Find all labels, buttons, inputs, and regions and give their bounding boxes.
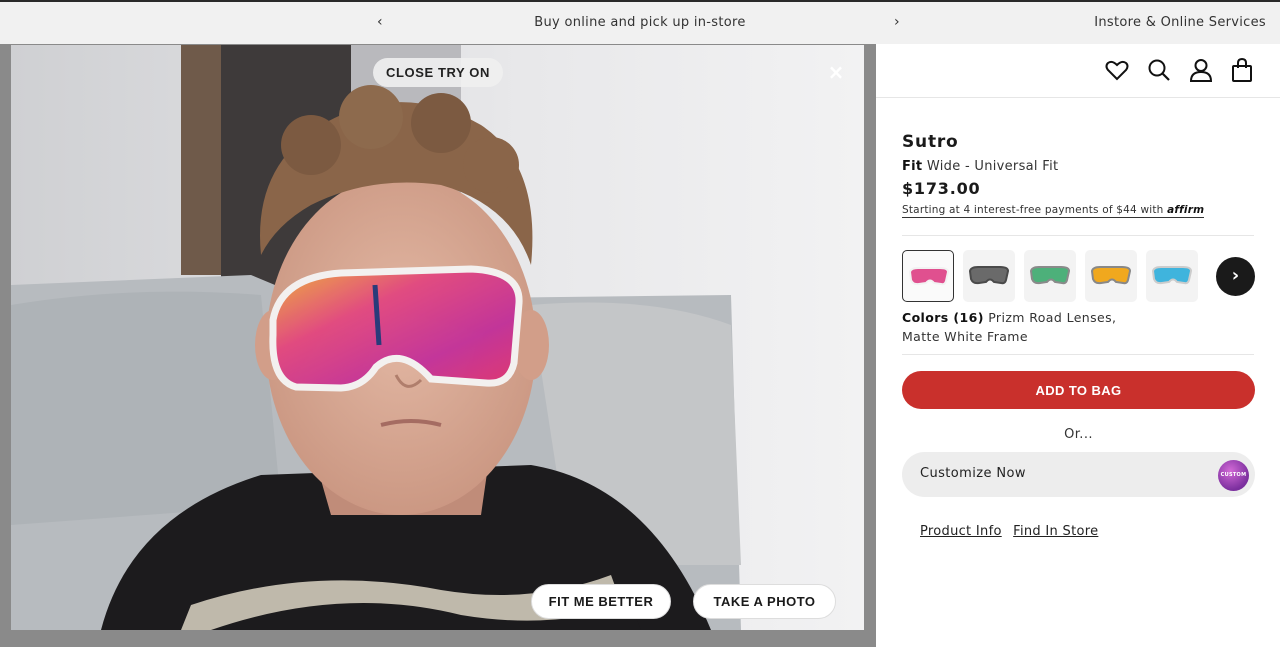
sunglasses-icon [908,267,950,286]
product-info-link[interactable]: Product Info [920,524,1002,539]
color-swatch-jade[interactable] [1024,250,1076,302]
affirm-logo: affirm [1167,204,1205,216]
camera-feed [11,45,864,630]
camera-image [11,45,864,630]
custom-logo-icon: CUSTOM [1218,460,1249,491]
close-icon[interactable]: × [826,62,846,82]
color-name-line2: Matte White Frame [902,329,1028,344]
sunglasses-icon [1151,266,1193,285]
sunglasses-icon [1029,266,1071,285]
affirm-financing-link[interactable]: Starting at 4 interest-free payments of … [902,204,1205,218]
add-to-bag-button[interactable]: ADD TO BAG [902,371,1255,409]
customize-label: Customize Now [920,466,1026,481]
product-panel: Sutro Fit Wide - Universal Fit $173.00 S… [876,44,1280,647]
product-fit: Fit Wide - Universal Fit [902,159,1256,174]
services-link[interactable]: Instore & Online Services [1094,15,1266,30]
close-try-on-button[interactable]: CLOSE TRY ON [373,58,503,87]
color-name-line1: Prizm Road Lenses, [988,310,1117,325]
color-swatch-black[interactable] [963,250,1015,302]
heart-icon[interactable] [1104,57,1130,83]
next-announcement-arrow[interactable]: › [894,14,900,30]
product-links: Product Info Find In Store [920,524,1105,539]
colors-count-label: Colors (16) [902,310,984,325]
fit-label: Fit [902,159,923,174]
panel-header [876,44,1280,98]
or-separator: Or... [1064,427,1093,442]
color-swatches [902,250,1262,302]
product-info: Sutro Fit Wide - Universal Fit $173.00 S… [902,132,1256,218]
product-price: $173.00 [902,179,981,198]
sunglasses-icon [1090,266,1132,285]
divider [902,235,1254,236]
color-swatch-24k[interactable] [1085,250,1137,302]
color-swatch-sapphire[interactable] [1146,250,1198,302]
color-swatch-prizm-road[interactable] [902,250,954,302]
announcement-bar: ‹ Buy online and pick up in-store › Inst… [0,0,1280,44]
fit-me-better-button[interactable]: FIT ME BETTER [531,584,671,619]
promo-text[interactable]: Buy online and pick up in-store [0,15,1280,30]
fit-value: Wide - Universal Fit [926,159,1059,174]
search-icon[interactable] [1146,57,1172,83]
affirm-text: Starting at 4 interest-free payments of … [902,204,1164,216]
bag-icon[interactable] [1229,57,1255,83]
product-name: Sutro [902,132,959,152]
divider [902,354,1254,355]
swatches-next-button[interactable]: › [1216,257,1255,296]
customize-now-button[interactable]: Customize Now CUSTOM [902,452,1255,497]
account-icon[interactable] [1188,57,1214,83]
find-in-store-link[interactable]: Find In Store [1013,524,1098,539]
selected-color: Colors (16) Prizm Road Lenses, Matte Whi… [902,308,1152,346]
virtual-try-on: CLOSE TRY ON × FIT ME BETTER TAKE A PHOT… [0,44,876,647]
take-photo-button[interactable]: TAKE A PHOTO [693,584,836,619]
sunglasses-icon [968,266,1010,285]
